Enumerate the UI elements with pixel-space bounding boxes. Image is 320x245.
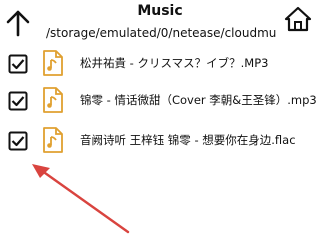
checkbox-checked-icon[interactable] bbox=[8, 54, 28, 74]
file-row[interactable]: 音阙诗听 王梓钰 锦零 - 想要你在身边.flac bbox=[0, 124, 320, 158]
file-row[interactable]: 松井祐貴 - クリスマス？イブ？.MP3 bbox=[0, 47, 320, 81]
file-name: 松井祐貴 - クリスマス？イブ？.MP3 bbox=[80, 56, 269, 70]
music-file-icon bbox=[43, 87, 63, 113]
file-name: 音阙诗听 王梓钰 锦零 - 想要你在身边.flac bbox=[80, 133, 296, 147]
page-title: Music bbox=[137, 3, 183, 19]
file-picker-screen: Music /storage/emulated/0/netease/cloudm… bbox=[0, 0, 320, 245]
music-file-icon bbox=[43, 127, 63, 153]
music-file-icon bbox=[43, 50, 63, 76]
annotation-arrow-icon bbox=[32, 164, 130, 234]
home-icon[interactable] bbox=[283, 5, 313, 33]
checkbox-checked-icon[interactable] bbox=[8, 131, 28, 151]
current-path: /storage/emulated/0/netease/cloudmusic/.… bbox=[46, 26, 276, 40]
file-name: 锦零 - 情话微甜（Cover 李朝&王圣锋）.mp3 bbox=[80, 93, 317, 107]
checkbox-checked-icon[interactable] bbox=[8, 91, 28, 111]
file-row[interactable]: 锦零 - 情话微甜（Cover 李朝&王圣锋）.mp3 bbox=[0, 84, 320, 118]
